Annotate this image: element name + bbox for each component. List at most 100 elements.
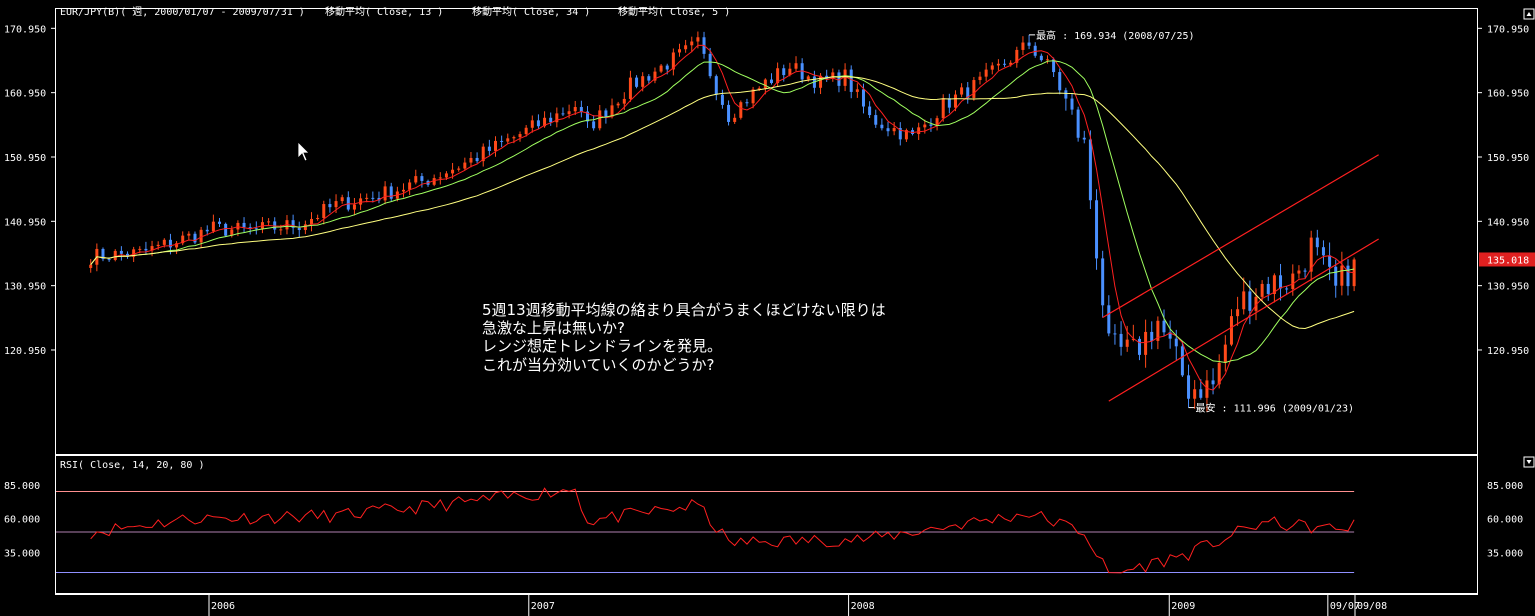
candle-up	[953, 94, 957, 108]
candle-down	[371, 197, 375, 199]
candle-up	[524, 127, 528, 135]
candle-down	[224, 223, 228, 236]
y-tick-label-left: 170.950	[4, 24, 46, 35]
rsi-y-tick-label-left: 60.000	[4, 515, 40, 526]
y-tick-label-left: 120.950	[4, 346, 46, 357]
candle-up	[1297, 270, 1301, 274]
candle-up	[1125, 339, 1129, 347]
rsi-y-tick-label-right: 35.000	[1487, 548, 1523, 559]
candle-up	[469, 157, 473, 163]
candle-up	[972, 80, 976, 98]
candle-down	[880, 124, 884, 129]
candle-down	[254, 228, 258, 230]
candle-up	[978, 76, 982, 81]
x-tick-label: 2008	[851, 601, 875, 612]
candle-up	[855, 89, 859, 92]
candle-down	[144, 248, 148, 251]
candle-up	[1260, 283, 1264, 297]
candle-down	[1328, 255, 1332, 267]
candle-down	[549, 117, 553, 123]
candle-up	[518, 134, 522, 138]
y-tick-label-left: 140.950	[4, 217, 46, 228]
candle-up	[463, 162, 467, 169]
candle-down	[604, 110, 608, 117]
high-label: 最高 : 169.934 (2008/07/25)	[1036, 29, 1194, 42]
y-tick-label-left: 150.950	[4, 153, 46, 164]
candle-up	[89, 264, 93, 268]
candle-up	[1229, 316, 1233, 345]
candle-up	[211, 221, 215, 232]
candle-down	[720, 94, 724, 105]
candle-down	[500, 140, 504, 142]
candle-down	[1033, 45, 1037, 56]
main-panel-toggle-button[interactable]	[1523, 8, 1535, 20]
candle-down	[1199, 389, 1203, 398]
candle-down	[929, 124, 933, 126]
candle-down	[1119, 333, 1123, 347]
ma5-legend: 移動平均( Close, 5 )	[618, 5, 730, 18]
annotation-line-3: レンジ想定トレンドラインを発見。	[482, 337, 722, 355]
candle-up	[1291, 273, 1295, 290]
candle-up	[494, 140, 497, 151]
candle-up	[267, 221, 271, 223]
candle-up	[941, 98, 945, 119]
candle-down	[1174, 338, 1178, 347]
candle-down	[1003, 63, 1007, 65]
candle-down	[1346, 265, 1350, 287]
candle-down	[1162, 320, 1166, 333]
candle-down	[782, 68, 786, 76]
candle-down	[1266, 283, 1270, 294]
candle-down	[1039, 55, 1043, 61]
candle-up	[451, 169, 455, 174]
candle-up	[279, 229, 283, 231]
candle-up	[1340, 265, 1344, 286]
y-tick-label-right: 130.950	[1487, 282, 1529, 293]
candle-down	[1321, 247, 1325, 256]
candle-down	[536, 120, 540, 127]
rsi-y-tick-label-right: 85.000	[1487, 481, 1523, 492]
candle-down	[708, 53, 712, 77]
candle-up	[628, 77, 632, 99]
candle-up	[457, 168, 461, 170]
candle-down	[328, 204, 332, 208]
candle-down	[947, 98, 951, 108]
candle-up	[359, 198, 363, 205]
candle-down	[868, 106, 872, 116]
candle-down	[769, 79, 773, 84]
candle-down	[205, 229, 209, 232]
candle-down	[635, 77, 639, 87]
x-tick-label: 2007	[531, 601, 555, 612]
annotation-line-2: 急激な上昇は無いか?	[482, 319, 625, 337]
candle-down	[561, 113, 565, 115]
rsi-panel-toggle-button[interactable]	[1523, 456, 1535, 468]
candle-down	[1180, 346, 1184, 376]
candle-down	[665, 65, 669, 70]
candle-down	[1070, 98, 1074, 110]
candle-up	[960, 87, 964, 95]
candle-up	[598, 110, 602, 129]
candle-down	[745, 102, 749, 104]
candle-up	[763, 79, 767, 89]
candle-down	[1082, 137, 1086, 140]
candle-down	[297, 227, 301, 231]
y-tick-label-right: 120.950	[1487, 346, 1529, 357]
candle-down	[1101, 258, 1105, 306]
candle-down	[874, 115, 878, 125]
candle-up	[1045, 59, 1049, 61]
low-label: 最安 : 111.996 (2009/01/23)	[1196, 402, 1354, 415]
candle-up	[408, 182, 412, 190]
y-tick-label-left: 160.950	[4, 89, 46, 100]
candle-up	[806, 76, 810, 80]
candle-up	[156, 244, 160, 247]
candle-down	[1150, 331, 1154, 341]
candle-up	[316, 217, 320, 219]
rsi-y-tick-label-left: 85.000	[4, 481, 40, 492]
candle-up	[1021, 42, 1025, 50]
candle-up	[659, 65, 663, 72]
ma13-legend: 移動平均( Close, 13 )	[325, 5, 443, 18]
candle-up	[322, 204, 326, 218]
annotation-line-4: これが当分効いていくのかどうか?	[482, 356, 715, 374]
candle-up	[677, 49, 681, 53]
candle-down	[714, 76, 718, 95]
candle-up	[162, 239, 166, 245]
